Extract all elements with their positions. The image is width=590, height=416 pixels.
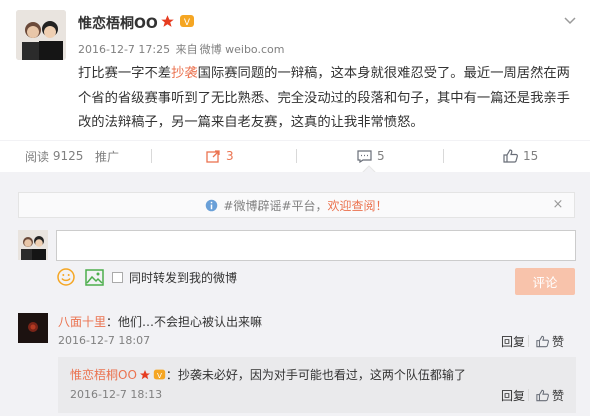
separator [296, 149, 297, 163]
repost-checkbox[interactable] [112, 271, 123, 283]
reply-text: 抄袭未必好，因为对手可能也看过，这两个队伍都输了 [177, 368, 466, 382]
comment-text: 他们…不会担心被认出来嘛 [118, 315, 263, 329]
commenter-name[interactable]: 八面十里 [58, 315, 106, 329]
like-count: 15 [523, 149, 539, 163]
separator [528, 389, 529, 401]
comment-reply-button[interactable]: 回复 [501, 333, 525, 350]
read-label: 阅读 [25, 149, 50, 164]
post-source[interactable]: 微博 weibo.com [200, 43, 285, 56]
thumbs-up-icon [503, 149, 518, 163]
post-source-prefix: 来自 [175, 43, 198, 56]
repost-button[interactable]: 3 [206, 141, 234, 171]
comment-input[interactable] [56, 230, 576, 261]
comment-icon [357, 149, 372, 163]
star-icon [139, 369, 150, 379]
thumbs-up-icon [536, 389, 549, 402]
reply-reply-button[interactable]: 回复 [501, 387, 525, 404]
composer-tools: 同时转发到我的微博 [57, 268, 237, 286]
repost-icon [206, 149, 220, 163]
image-icon[interactable] [85, 268, 104, 286]
post-meta: 2016-12-7 17:25 来自 微博 weibo.com [78, 41, 286, 57]
author-avatar[interactable] [16, 10, 66, 60]
chevron-down-icon[interactable] [564, 14, 576, 26]
close-icon[interactable]: × [551, 198, 565, 212]
reply-label: 回复 [501, 335, 526, 349]
post-text-highlight[interactable]: 抄袭 [171, 66, 198, 81]
comment-count: 5 [377, 149, 385, 163]
promote-label: 推广 [95, 149, 120, 164]
reply-author-name[interactable]: 惟恋梧桐OO [70, 366, 137, 383]
separator [528, 335, 529, 347]
reply-body: 惟恋梧桐OO V ：抄袭未必好，因为对手可能也看过，这两个队伍都输了 [70, 366, 466, 383]
member-badge-icon[interactable]: V [153, 368, 166, 381]
post-text-before: 打比赛一字不差 [78, 66, 172, 81]
repost-count: 3 [226, 149, 234, 163]
info-icon [206, 199, 218, 211]
commenter-avatar[interactable] [18, 313, 48, 343]
promote-button[interactable]: 推广 [95, 141, 119, 171]
current-user-avatar[interactable] [18, 230, 48, 260]
reply-separator: ： [165, 368, 178, 382]
submit-comment-button[interactable]: 评论 [515, 268, 575, 295]
like-label: 赞 [552, 389, 565, 403]
comment-separator: ： [106, 315, 119, 329]
like-label: 赞 [552, 335, 565, 349]
notice-text[interactable]: #微博辟谣#平台， [223, 197, 327, 214]
repost-checkbox-label[interactable]: 同时转发到我的微博 [129, 269, 237, 286]
author-badges: V [160, 13, 195, 29]
member-badge-icon[interactable]: V [179, 13, 195, 29]
comment-body: 八面十里：他们…不会担心被认出来嘛 [58, 313, 262, 330]
emoji-icon[interactable] [57, 268, 75, 286]
star-icon [161, 14, 174, 27]
rumor-notice: #微博辟谣#平台， 欢迎查阅！ × [18, 192, 575, 218]
reply-like-button[interactable]: 赞 [536, 387, 564, 404]
notice-link[interactable]: 欢迎查阅！ [328, 197, 388, 214]
comment-like-button[interactable]: 赞 [536, 333, 564, 350]
thumbs-up-icon [536, 335, 549, 348]
separator [443, 149, 444, 163]
separator [151, 149, 152, 163]
like-button[interactable]: 15 [503, 141, 538, 171]
post-author-name[interactable]: 惟恋梧桐OO [78, 13, 158, 33]
reply-label: 回复 [501, 389, 526, 403]
svg-text:V: V [157, 371, 162, 380]
read-number: 9125 [52, 149, 84, 163]
post-date[interactable]: 2016-12-7 17:25 [78, 43, 170, 56]
post-content: 打比赛一字不差抄袭国际赛同题的一辩稿，这本身就很难忍受了。最近一周居然在两个省的… [78, 62, 578, 136]
read-count: 阅读 9125 [25, 141, 83, 171]
reply-time: 2016-12-7 18:13 [70, 388, 163, 401]
action-bar: 阅读 9125 推广 3 5 15 [0, 141, 590, 171]
comment-time: 2016-12-7 18:07 [58, 334, 151, 347]
svg-text:V: V [184, 18, 191, 28]
